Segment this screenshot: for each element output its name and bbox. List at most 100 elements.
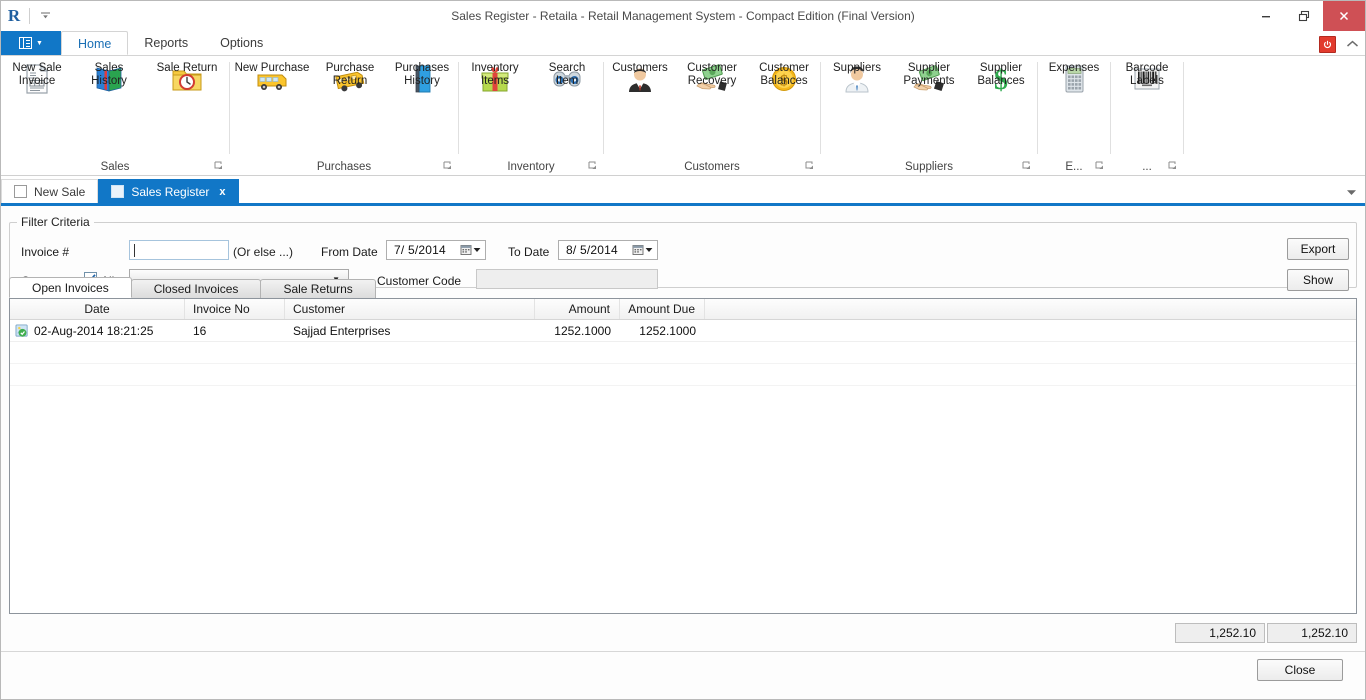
ribbon-tab-options[interactable]: Options xyxy=(204,31,279,55)
grid-col-amount-due[interactable]: Amount Due xyxy=(620,299,705,319)
ribbon-button-label: New Purchase xyxy=(234,62,310,74)
window-controls xyxy=(1247,1,1365,31)
ribbon-button-label: New Sale Invoice xyxy=(12,62,62,87)
ribbon-group-sales: New Sale Invoice Sales History Sale Retu… xyxy=(1,56,229,175)
results-area: Open Invoices Closed Invoices Sale Retur… xyxy=(1,277,1365,699)
ribbon-button-new-purchase[interactable]: New Purchase xyxy=(230,62,314,96)
total-amount: 1,252.10 xyxy=(1175,623,1265,643)
ribbon-button-search-item[interactable]: Search Item xyxy=(531,62,603,96)
dialog-launcher-icon[interactable] xyxy=(214,161,223,170)
ribbon-button-label: Supplier Balances xyxy=(977,62,1025,87)
ribbon-button-customers[interactable]: Customers xyxy=(604,62,676,96)
document-tab-sales-register[interactable]: Sales Register x xyxy=(98,179,239,203)
ribbon-tab-reports[interactable]: Reports xyxy=(128,31,204,55)
collapse-ribbon-icon[interactable] xyxy=(1346,39,1359,51)
grid-col-amount[interactable]: Amount xyxy=(535,299,620,319)
document-tab-new-sale[interactable]: New Sale xyxy=(1,179,99,203)
title-bar: R Sales Register - Retaila - Retail Mana… xyxy=(1,1,1365,31)
dialog-launcher-icon[interactable] xyxy=(1168,161,1177,170)
window-title: Sales Register - Retaila - Retail Manage… xyxy=(451,9,915,23)
close-button[interactable] xyxy=(1323,1,1365,31)
cell-amount: 1252.1000 xyxy=(554,323,611,338)
cell-invoice-no: 16 xyxy=(193,323,207,338)
ribbon-tab-home[interactable]: Home xyxy=(61,31,129,55)
invoice-row-icon xyxy=(15,323,30,338)
file-menu-button[interactable]: ▼ xyxy=(1,31,61,55)
ribbon-button-supplier-payments[interactable]: Supplier Payments xyxy=(893,62,965,96)
ribbon-button-label: Sales History xyxy=(91,62,127,87)
grid-col-invoice-no[interactable]: Invoice No xyxy=(185,299,285,319)
app-logo-icon: R xyxy=(7,6,21,25)
ribbon-button-customer-balances[interactable]: $ Customer Balances xyxy=(748,62,820,96)
ribbon-group-label: Inventory xyxy=(459,158,603,175)
invoices-grid[interactable]: Date Invoice No Customer Amount Amount D… xyxy=(9,298,1357,614)
grid-col-customer[interactable]: Customer xyxy=(285,299,535,319)
document-tab-label: New Sale xyxy=(34,184,86,199)
dialog-launcher-icon[interactable] xyxy=(588,161,597,170)
ribbon-group-label: Purchases xyxy=(230,158,458,175)
power-icon[interactable] xyxy=(1319,36,1336,53)
dialog-launcher-icon[interactable] xyxy=(443,161,452,170)
minimize-button[interactable] xyxy=(1247,1,1285,31)
ribbon-button-expenses[interactable]: Expenses xyxy=(1038,62,1110,96)
ribbon-button-barcode-labels[interactable]: Barcode Labels xyxy=(1111,62,1183,96)
ribbon-button-purchase-return[interactable]: Purchase Return xyxy=(314,62,386,96)
ribbon-button-suppliers[interactable]: Suppliers xyxy=(821,62,893,96)
quick-access-separator xyxy=(29,8,30,24)
close-tab-icon[interactable]: x xyxy=(219,186,225,198)
dialog-launcher-icon[interactable] xyxy=(1095,161,1104,170)
from-date-picker[interactable]: 7/ 5/2014 xyxy=(386,240,486,260)
ribbon-button-label: Barcode Labels xyxy=(1125,62,1169,87)
dialog-launcher-icon[interactable] xyxy=(805,161,814,170)
invoice-number-input[interactable] xyxy=(129,240,229,260)
ribbon-group-label: Customers xyxy=(604,158,820,175)
dialog-launcher-icon[interactable] xyxy=(1022,161,1031,170)
ribbon-button-purchases-history[interactable]: Purchases History xyxy=(386,62,458,96)
grid-empty-row xyxy=(10,364,1356,386)
results-tab-closed-invoices[interactable]: Closed Invoices xyxy=(130,279,262,298)
or-else-label: (Or else ...) xyxy=(233,245,294,259)
export-button[interactable]: Export xyxy=(1287,238,1349,260)
ribbon-group-customers: Customers Customer Recovery $ Customer B… xyxy=(604,56,820,175)
ribbon-button-inventory-items[interactable]: Inventory Items xyxy=(459,62,531,96)
ribbon-button-label: Purchase Return xyxy=(325,62,375,87)
document-icon xyxy=(111,185,125,198)
to-date-picker[interactable]: 8/ 5/2014 xyxy=(558,240,658,260)
chevron-down-icon: ▼ xyxy=(36,39,43,47)
ribbon-button-label: Customer Balances xyxy=(759,62,809,87)
ribbon-group-purchases: New Purchase Purchase Return Purchases H… xyxy=(230,56,458,175)
from-date-dropdown[interactable] xyxy=(460,244,483,256)
results-tab-sale-returns[interactable]: Sale Returns xyxy=(260,279,376,298)
ribbon-button-label: Expenses xyxy=(1048,62,1100,74)
ribbon-button-sale-return[interactable]: Sale Return xyxy=(145,62,229,96)
tab-list-dropdown-icon[interactable] xyxy=(1346,188,1357,198)
document-tab-label: Sales Register xyxy=(131,184,210,199)
ribbon-button-label: Sale Return xyxy=(156,62,218,74)
to-date-value: 8/ 5/2014 xyxy=(566,243,618,257)
ribbon-button-label: Inventory Items xyxy=(471,62,519,87)
ribbon-button-supplier-balances[interactable]: $ Supplier Balances xyxy=(965,62,1037,96)
invoice-number-label: Invoice # xyxy=(21,245,70,259)
filter-legend: Filter Criteria xyxy=(17,215,94,229)
cell-filler xyxy=(705,320,1356,341)
results-tab-open-invoices[interactable]: Open Invoices xyxy=(9,277,132,298)
ribbon-group-label: E... xyxy=(1038,158,1110,175)
ribbon-tab-strip: ▼ Home Reports Options xyxy=(1,31,1365,55)
ribbon-button-label: Customer Recovery xyxy=(687,62,737,87)
grid-totals: 1,252.10 1,252.10 xyxy=(1175,623,1357,643)
table-row[interactable]: 02-Aug-2014 18:21:25 16 Sajjad Enterpris… xyxy=(10,320,1356,342)
ribbon-button-new-sale-invoice[interactable]: New Sale Invoice xyxy=(1,62,73,96)
group-separator xyxy=(1183,62,1184,154)
maximize-restore-button[interactable] xyxy=(1285,1,1323,31)
application-window: R Sales Register - Retaila - Retail Mana… xyxy=(0,0,1366,700)
results-tab-strip: Open Invoices Closed Invoices Sale Retur… xyxy=(9,277,1357,298)
ribbon-button-sales-history[interactable]: Sales History xyxy=(73,62,145,96)
ribbon-button-customer-recovery[interactable]: Customer Recovery xyxy=(676,62,748,96)
grid-col-date[interactable]: Date xyxy=(10,299,185,319)
to-date-dropdown[interactable] xyxy=(632,244,655,256)
grid-col-filler[interactable] xyxy=(705,299,1356,319)
close-window-button[interactable]: Close xyxy=(1257,659,1343,681)
ribbon-button-label: Customers xyxy=(612,62,668,74)
qat-dropdown-icon[interactable] xyxy=(34,5,56,27)
document-icon xyxy=(14,185,27,198)
